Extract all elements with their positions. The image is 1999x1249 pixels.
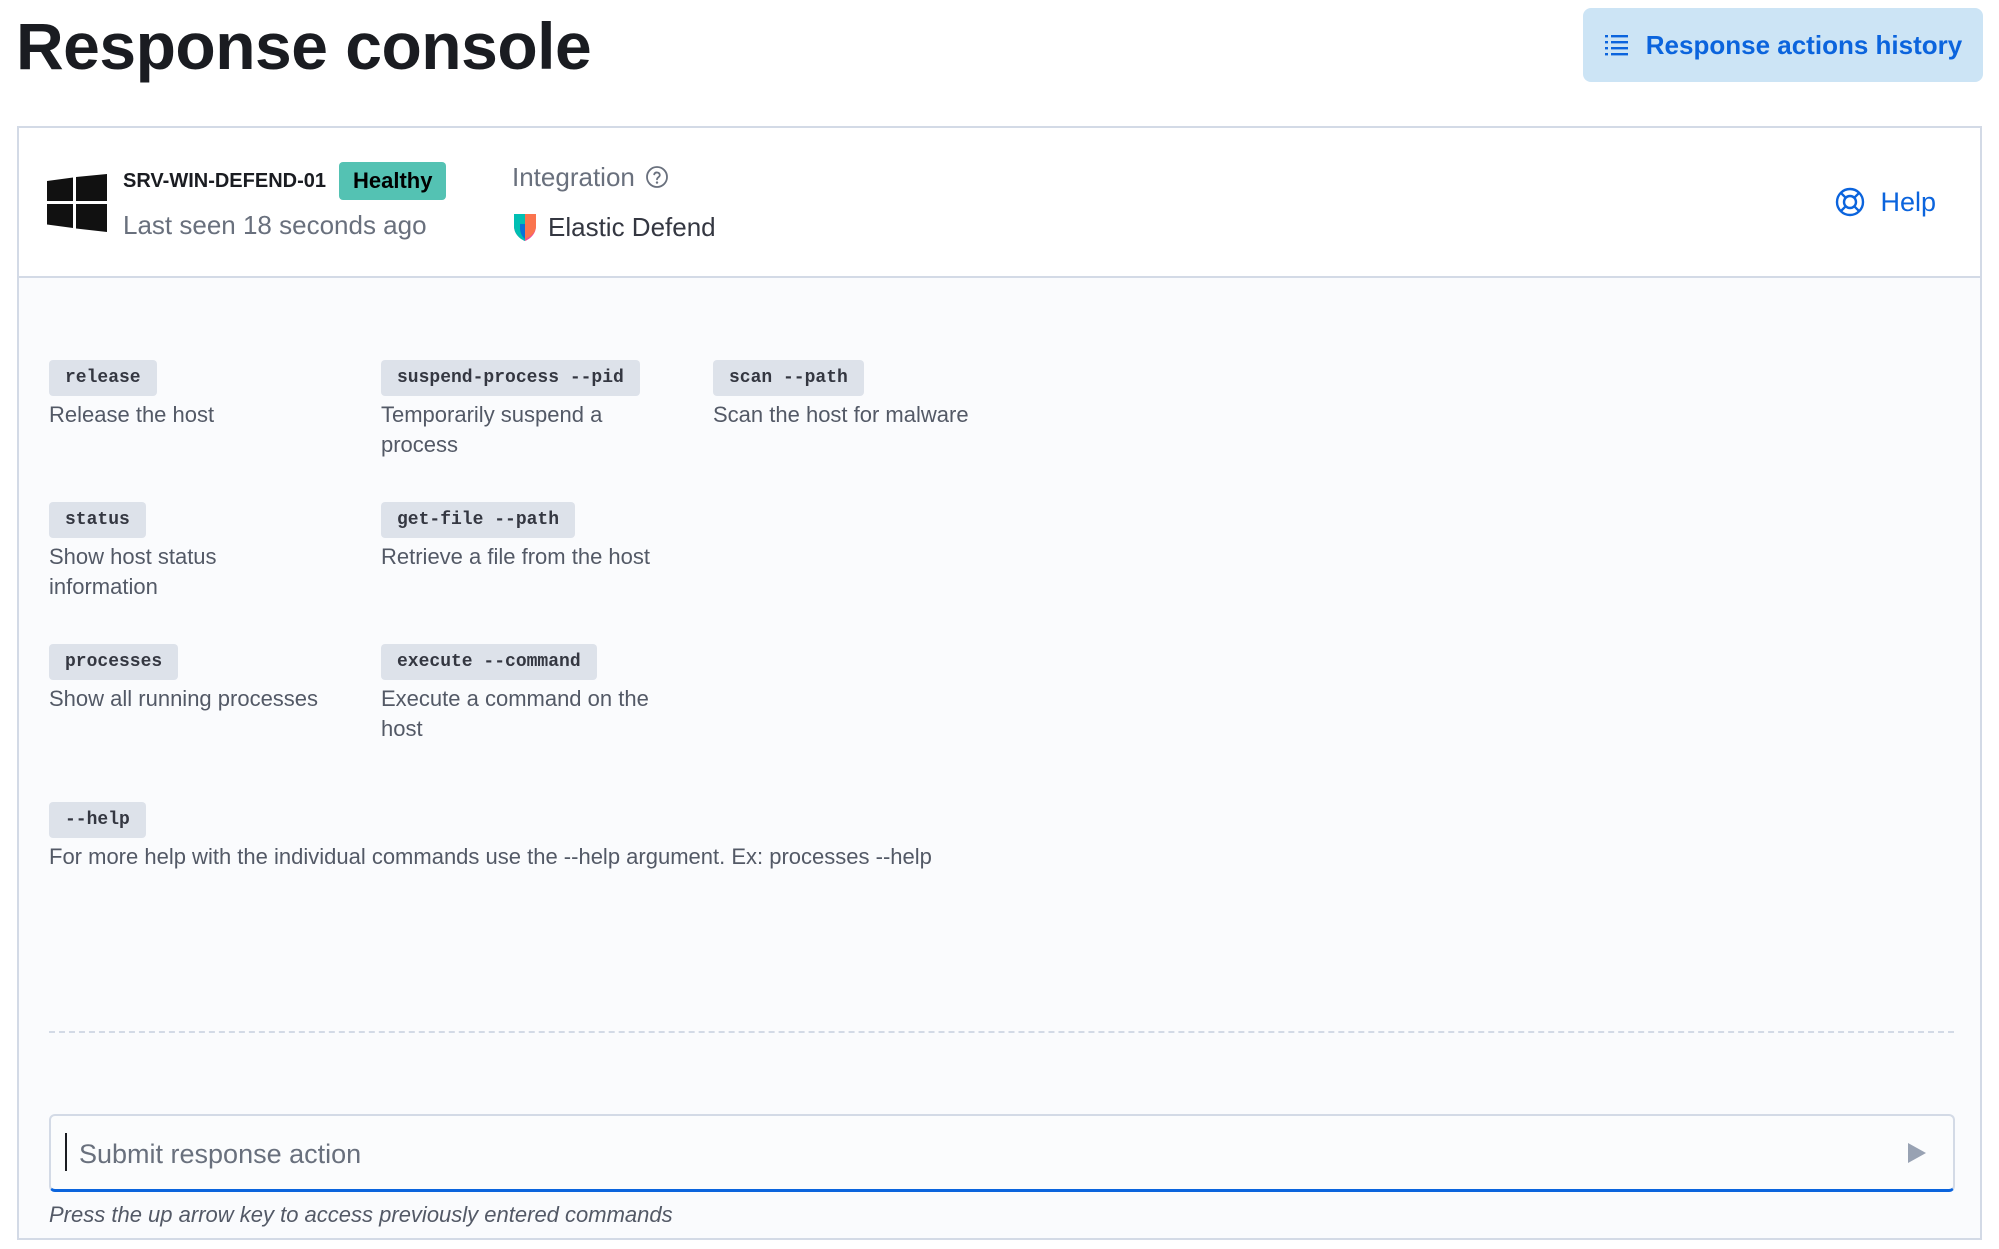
lifebuoy-icon [1836, 187, 1865, 217]
command-description: For more help with the individual comman… [49, 844, 932, 869]
input-hint: Press the up arrow key to access previou… [49, 1202, 673, 1227]
submit-response-action-input[interactable] [77, 1116, 1861, 1192]
help-label: Help [1880, 187, 1936, 217]
command-input-box[interactable] [49, 1114, 1955, 1192]
command-name: release [49, 360, 157, 396]
command-item: processes Show all running processes [49, 644, 369, 714]
integration-value: Elastic Defend [512, 210, 716, 244]
question-icon[interactable] [645, 165, 669, 189]
last-seen-text: Last seen 18 seconds ago [123, 210, 427, 240]
command-name: processes [49, 644, 179, 680]
help-link[interactable]: Help [1834, 184, 1936, 220]
integration-label: Integration [512, 160, 669, 194]
help-command-item: --help For more help with the individual… [49, 802, 1149, 872]
elastic-defend-icon [514, 214, 536, 241]
command-name: scan --path [713, 360, 864, 396]
command-item: get-file --path Retrieve a file from the… [381, 502, 651, 572]
command-description: Release the host [49, 402, 215, 427]
command-name: suspend-process --pid [381, 360, 640, 396]
host-name: SRV-WIN-DEFEND-01 [123, 170, 326, 192]
command-name: --help [49, 802, 146, 838]
console-header: SRV-WIN-DEFEND-01 Healthy Last seen 18 s… [19, 128, 1980, 278]
command-item: scan --path Scan the host for malware [713, 360, 1033, 430]
command-name: execute --command [381, 644, 597, 680]
command-item: status Show host status information [49, 502, 269, 602]
play-icon [1908, 1143, 1926, 1163]
command-description: Execute a command on the host [381, 686, 649, 741]
integration-name: Elastic Defend [548, 212, 716, 242]
integration-label-text: Integration [512, 162, 635, 192]
command-name: status [49, 502, 146, 538]
command-item: suspend-process --pid Temporarily suspen… [381, 360, 681, 460]
response-actions-history-button[interactable]: Response actions history [1583, 8, 1983, 82]
windows-icon [47, 174, 107, 232]
command-description: Retrieve a file from the host [381, 544, 651, 569]
console-panel: SRV-WIN-DEFEND-01 Healthy Last seen 18 s… [17, 126, 1982, 1240]
submit-button[interactable] [1899, 1136, 1933, 1170]
divider [49, 1031, 1954, 1033]
page-title: Response console [16, 9, 592, 83]
command-item: execute --command Execute a command on t… [381, 644, 681, 744]
command-name: get-file --path [381, 502, 576, 538]
text-cursor [65, 1133, 67, 1171]
health-status-badge: Healthy [339, 162, 447, 200]
command-description: Scan the host for malware [713, 402, 969, 427]
history-button-label: Response actions history [1645, 29, 1963, 60]
command-description: Temporarily suspend a process [381, 402, 603, 457]
command-item: release Release the host [49, 360, 369, 430]
command-description: Show all running processes [49, 686, 319, 711]
list-icon [1604, 35, 1628, 56]
command-description: Show host status information [49, 544, 217, 599]
